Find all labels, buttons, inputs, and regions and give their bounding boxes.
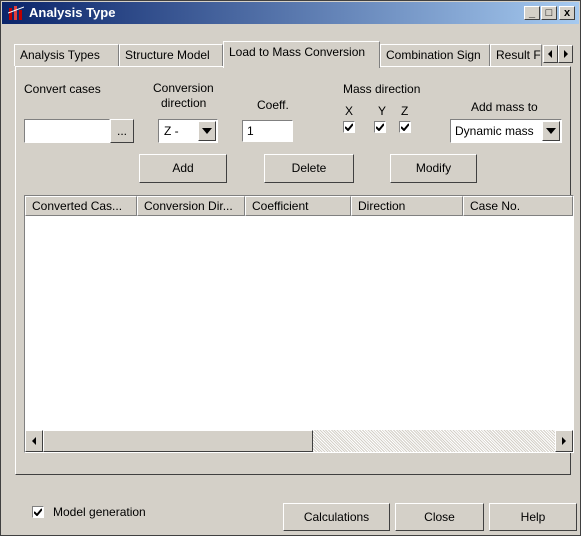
scroll-right-button[interactable] — [555, 430, 573, 452]
dropdown-button[interactable] — [542, 121, 560, 141]
mass-direction-z-checkbox[interactable] — [399, 121, 411, 133]
tab-scroll-left-button[interactable] — [543, 45, 558, 63]
tab-label: Structure Model — [125, 48, 210, 62]
conversion-direction-select[interactable]: Z - — [158, 119, 218, 143]
arrow-left-icon — [548, 50, 552, 58]
coeff-value: 1 — [247, 124, 254, 138]
calculations-button[interactable]: Calculations — [283, 503, 390, 531]
convert-cases-input[interactable] — [24, 119, 110, 143]
y-axis-label: Y — [378, 104, 387, 118]
checkmark-icon — [34, 508, 42, 516]
dropdown-button[interactable] — [198, 121, 216, 141]
delete-button[interactable]: Delete — [264, 154, 354, 183]
column-label: Direction — [358, 199, 406, 213]
tab-combination-sign[interactable]: Combination Sign — [380, 44, 490, 66]
converted-cases-table[interactable]: Converted Cas... Conversion Dir... Coeff… — [24, 195, 574, 453]
tab-scroll-right-button[interactable] — [558, 45, 573, 63]
checkmark-icon — [345, 123, 353, 131]
minimize-button[interactable]: _ — [524, 6, 540, 20]
arrow-right-icon — [564, 50, 568, 58]
tab-label: Analysis Types — [20, 48, 100, 62]
delete-button-label: Delete — [291, 161, 327, 175]
mass-direction-y-checkbox[interactable] — [374, 121, 386, 133]
horizontal-scrollbar[interactable] — [25, 430, 573, 452]
coeff-label: Coeff. — [257, 98, 289, 112]
add-button-label: Add — [172, 161, 194, 175]
title-bar[interactable]: Analysis Type _ □ x — [2, 2, 579, 24]
z-axis-label: Z — [401, 104, 409, 118]
model-generation-label[interactable]: Model generation — [53, 505, 146, 519]
column-header-direction[interactable]: Direction — [351, 196, 463, 216]
tab-structure-model[interactable]: Structure Model — [119, 44, 223, 66]
coeff-input[interactable]: 1 — [242, 120, 293, 142]
add-mass-to-label: Add mass to — [471, 100, 538, 114]
conversion-direction-label-1: Conversion — [153, 81, 214, 95]
chevron-down-icon — [202, 128, 212, 134]
maximize-button[interactable]: □ — [541, 6, 557, 20]
chevron-down-icon — [546, 128, 556, 134]
column-header-case-no[interactable]: Case No. — [463, 196, 573, 216]
calculations-button-label: Calculations — [303, 510, 370, 524]
scroll-left-button[interactable] — [25, 430, 43, 452]
browse-label: ... — [116, 124, 127, 138]
tab-result[interactable]: Result F — [490, 44, 542, 66]
checkmark-icon — [376, 123, 384, 131]
scrollbar-track[interactable] — [313, 430, 555, 452]
column-label: Case No. — [470, 199, 521, 213]
browse-cases-button[interactable]: ... — [110, 119, 134, 143]
column-label: Converted Cas... — [32, 199, 123, 213]
arrow-right-icon — [562, 437, 566, 445]
column-header-conversion-direction[interactable]: Conversion Dir... — [137, 196, 245, 216]
add-mass-to-select[interactable]: Dynamic mass — [450, 119, 562, 143]
conversion-direction-label-2: direction — [161, 96, 207, 110]
help-button[interactable]: Help — [489, 503, 577, 531]
checkmark-icon — [401, 123, 409, 131]
x-axis-label: X — [345, 104, 354, 118]
tab-load-to-mass-conversion[interactable]: Load to Mass Conversion — [223, 41, 380, 68]
analysis-type-window: Analysis Type _ □ x Analysis Types Struc… — [0, 0, 581, 536]
mass-direction-label: Mass direction — [343, 82, 421, 96]
window-title: Analysis Type — [29, 5, 116, 20]
mass-direction-x-checkbox[interactable] — [343, 121, 355, 133]
app-icon — [8, 6, 24, 20]
add-mass-to-value: Dynamic mass — [455, 124, 534, 138]
tab-label: Combination Sign — [386, 48, 481, 62]
modify-button-label: Modify — [415, 161, 452, 175]
add-button[interactable]: Add — [139, 154, 227, 183]
close-window-button[interactable]: x — [559, 6, 575, 20]
column-header-converted-cases[interactable]: Converted Cas... — [25, 196, 137, 216]
column-label: Conversion Dir... — [144, 199, 233, 213]
tab-label: Result F — [496, 48, 541, 62]
close-button-label: Close — [424, 510, 455, 524]
column-label: Coefficient — [252, 199, 309, 213]
model-generation-checkbox[interactable] — [32, 506, 44, 518]
help-button-label: Help — [520, 510, 546, 524]
column-header-coefficient[interactable]: Coefficient — [245, 196, 351, 216]
scrollbar-thumb[interactable] — [43, 430, 313, 452]
convert-cases-label: Convert cases — [24, 82, 101, 96]
modify-button[interactable]: Modify — [390, 154, 477, 183]
arrow-left-icon — [32, 437, 36, 445]
conversion-direction-value: Z - — [164, 124, 179, 138]
tab-analysis-types[interactable]: Analysis Types — [14, 44, 119, 66]
close-button[interactable]: Close — [395, 503, 484, 531]
tab-label: Load to Mass Conversion — [229, 45, 366, 59]
